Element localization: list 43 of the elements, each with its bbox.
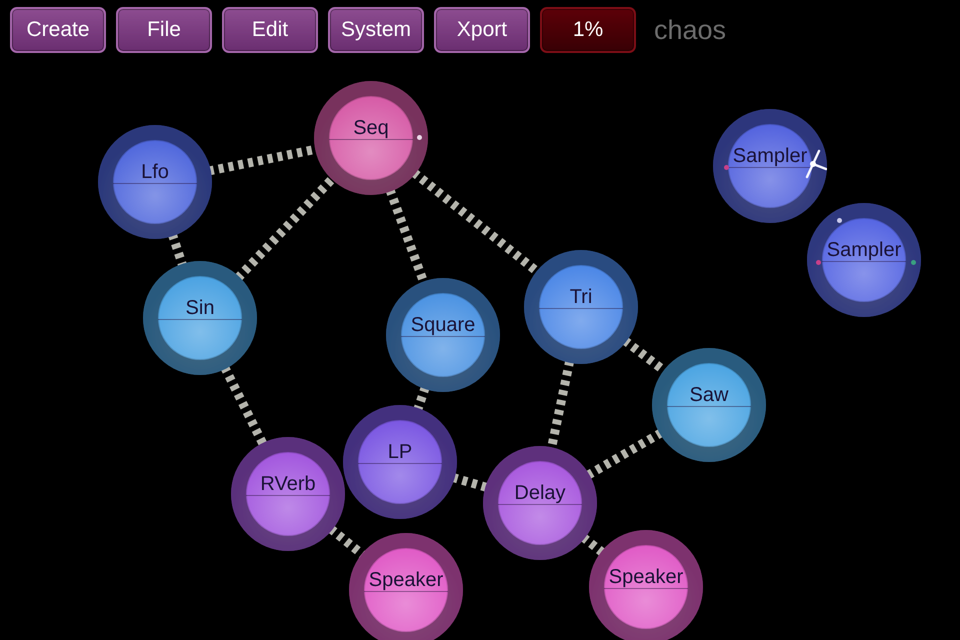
- module-node[interactable]: Speaker: [349, 533, 463, 640]
- module-node[interactable]: Sampler: [713, 109, 827, 223]
- module-label: Tri: [570, 286, 592, 308]
- module-node[interactable]: Saw: [652, 348, 766, 462]
- port-dot-icon[interactable]: [724, 164, 728, 170]
- port-dot-icon[interactable]: [816, 260, 820, 264]
- module-node[interactable]: Delay: [483, 446, 597, 560]
- patch-cable: [413, 386, 430, 412]
- module-node[interactable]: Sin: [143, 261, 257, 375]
- module-label: Sampler: [732, 145, 808, 167]
- patch-cable: [580, 534, 606, 556]
- patch-cable: [452, 473, 488, 492]
- module-label: Seq: [353, 117, 389, 139]
- menu-button[interactable]: File: [116, 7, 212, 53]
- module-label: Square: [410, 314, 476, 336]
- module-label: Sin: [186, 297, 214, 319]
- module-node[interactable]: Speaker: [589, 530, 703, 640]
- module-label: Lfo: [141, 161, 169, 183]
- module-node[interactable]: Square: [386, 278, 500, 392]
- port-dot-icon[interactable]: [416, 134, 422, 140]
- module-node[interactable]: RVerb: [231, 437, 345, 551]
- menu-button[interactable]: System: [328, 7, 424, 53]
- port-dot-icon[interactable]: [836, 218, 842, 222]
- module-node[interactable]: Seq: [314, 81, 428, 195]
- module-label: Speaker: [368, 569, 444, 591]
- meter-button[interactable]: 1%: [540, 7, 636, 53]
- module-label: Sampler: [826, 239, 902, 261]
- module-node[interactable]: Lfo: [98, 125, 212, 239]
- patch-name: chaos: [654, 14, 726, 46]
- sparkle-icon: [805, 149, 827, 179]
- module-label: Speaker: [608, 566, 684, 588]
- patch-cable: [168, 232, 187, 268]
- menu-button[interactable]: Edit: [222, 7, 318, 53]
- menu-button[interactable]: Xport: [434, 7, 530, 53]
- module-label: Saw: [690, 384, 728, 406]
- module-label: RVerb: [260, 473, 316, 495]
- port-dot-icon[interactable]: [910, 260, 916, 264]
- module-label: Delay: [514, 482, 566, 504]
- menu-button[interactable]: Create: [10, 7, 106, 53]
- module-node[interactable]: LP: [343, 405, 457, 519]
- module-label: LP: [388, 441, 412, 463]
- module-node[interactable]: Sampler: [807, 203, 921, 317]
- module-node[interactable]: Tri: [524, 250, 638, 364]
